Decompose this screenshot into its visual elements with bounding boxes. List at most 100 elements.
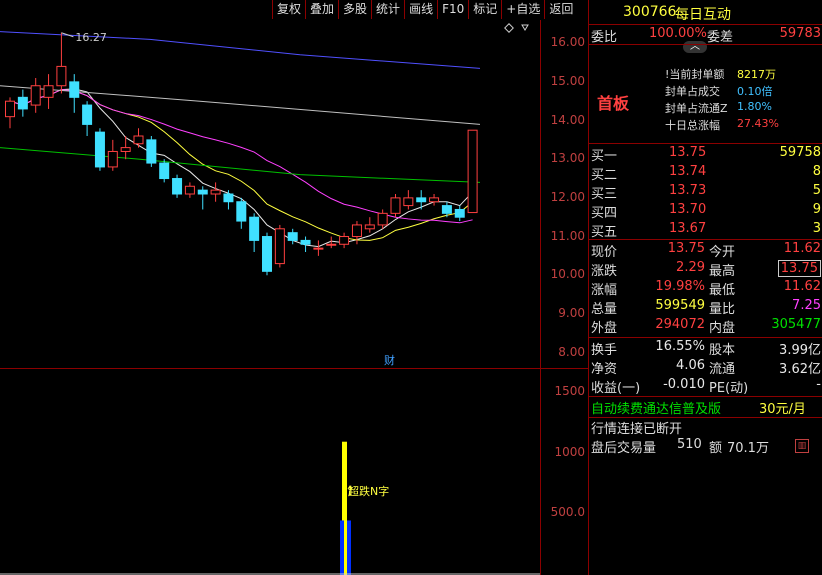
signal-bar [344,520,347,575]
limit-stat-value: 27.43% [737,117,779,130]
finance-marker: 财 [384,353,395,367]
fund-row-2: 收益(一) -0.010 PE(动) - [589,377,822,396]
volume-tick: 500.0 [550,505,585,520]
price-tick: 14.00 [550,112,585,127]
candle-body [262,236,272,272]
limit-stat-label: 十日总涨幅 [665,119,720,132]
toolbar-button-1[interactable]: 叠加 [305,0,338,19]
candle-body [43,85,54,98]
stock-header[interactable]: 300766 每日互动 [589,2,822,24]
triangle-down-icon [521,24,529,31]
fund-label: 流通 [709,362,736,377]
price-axis: 16.00 15.00 14.00 13.00 12.00 11.00 10.00 9.00 8… [540,20,589,368]
quote-value: 7.25 [792,298,821,313]
candle-body [429,197,440,203]
bid-row-3[interactable]: 买三 13.73 5 [589,183,822,202]
quote-label: 今开 [709,245,736,260]
price-chart: 16.27 财 [0,23,529,367]
candle-body [5,100,15,118]
quote-row-2: 涨幅 19.98% 最低 11.62 [589,279,822,298]
candle-body [441,205,452,214]
candle-body [94,131,105,168]
status-row: 行情连接已断开 [589,418,822,437]
toolbar-button-4[interactable]: 画线 [404,0,437,19]
indicator-axis: 1500 1000 500.0 [540,368,589,575]
candle-body [184,185,195,195]
quote-value: 305477 [771,317,821,332]
quote-value: 13.75 [667,241,705,256]
bid-label: 买二 [591,168,618,183]
candle-body [339,236,350,245]
quote-label: 量比 [709,302,736,317]
limit-stat-label: 封单占流通Z [665,102,728,115]
quote-value: 19.98% [655,279,705,294]
commission-ratio: 100.00% [649,26,707,41]
quote-label: 外盘 [591,321,618,336]
price-tick: 13.00 [550,151,585,166]
fund-row-0: 换手 16.55% 股本 3.99亿 [589,339,822,358]
quote-label: 涨幅 [591,283,618,298]
candle-body [300,239,311,245]
quote-row-0: 现价 13.75 今开 11.62 [589,241,822,260]
bid-row-1[interactable]: 买一 13.75 59758 [589,145,822,164]
fund-value: - [816,377,821,392]
promo-row[interactable]: 自动续费通达信普及版 30元/月 [589,398,822,417]
quote-panel: 300766 每日互动 委比 100.00% 委差 59783 ︿ 首板 !当前… [588,0,822,575]
commission-diff: 59783 [779,26,821,41]
candle-body [69,81,80,98]
candle-body [133,135,144,145]
commission-diff-label: 委差 [707,30,734,45]
bid-row-2[interactable]: 买二 13.74 8 [589,164,822,183]
quote-row-4: 外盘 294072 内盘 305477 [589,317,822,336]
bid-volume: 59758 [779,145,821,160]
quote-row-3: 总量 599549 量比 7.25 [589,298,822,317]
candle-body [274,228,285,265]
price-tick: 16.00 [550,35,585,50]
candle-body [236,201,247,222]
limit-stat-value: 0.10倍 [737,85,773,98]
candle-body [30,85,41,106]
candle-body [351,224,362,238]
quote-value: 11.62 [783,279,821,294]
stock-code: 300766 [623,4,677,20]
bid-row-5[interactable]: 买五 13.67 3 [589,221,822,240]
candle-body [82,104,93,125]
bid-volume: 8 [812,164,821,179]
toolbar-button-3[interactable]: 统计 [371,0,404,19]
candle-body [172,178,183,195]
bid-price: 13.75 [669,145,707,160]
toolbar-button-0[interactable]: 复权 [272,0,305,19]
bid-price: 13.70 [669,202,707,217]
toolbar: 复权 叠加 多股 统计 画线 F10 标记 +自选 返回 [272,0,577,20]
bid-price: 13.73 [669,183,707,198]
ma60-line [0,147,481,183]
quote-label: 总量 [591,302,618,317]
fund-value: 16.55% [655,339,705,354]
price-tick: 11.00 [550,228,585,243]
toolbar-button-7[interactable]: +自选 [501,0,544,19]
quote-value: 599549 [655,298,705,313]
chart-mini-icon[interactable]: ▥ [795,439,809,453]
chevron-up-icon[interactable]: ︿ [683,41,707,53]
candle-body [159,162,170,180]
candle-body [364,224,375,230]
fund-label: PE(动) [709,381,749,396]
candle-body [287,232,298,241]
bid-label: 买四 [591,206,618,221]
bid-row-4[interactable]: 买四 13.70 9 [589,202,822,221]
fund-label: 换手 [591,343,618,358]
volume-tick: 1500 [554,384,585,399]
toolbar-button-5[interactable]: F10 [437,0,468,19]
bid-label: 买一 [591,149,618,164]
candle-body [17,96,28,110]
limit-stat-value: 1.80% [737,100,772,113]
bid-volume: 9 [812,202,821,217]
after-hours-amt-label: 额 [709,441,723,456]
candle-body [210,189,221,195]
limit-stat-label: 封单占成交 [665,85,720,98]
after-hours-row: 盘后交易量 510 额 70.1万 ▥ [589,437,822,456]
toolbar-button-6[interactable]: 标记 [468,0,501,19]
toolbar-button-8[interactable]: 返回 [544,0,577,19]
ma250-line [0,31,481,69]
toolbar-button-2[interactable]: 多股 [338,0,371,19]
